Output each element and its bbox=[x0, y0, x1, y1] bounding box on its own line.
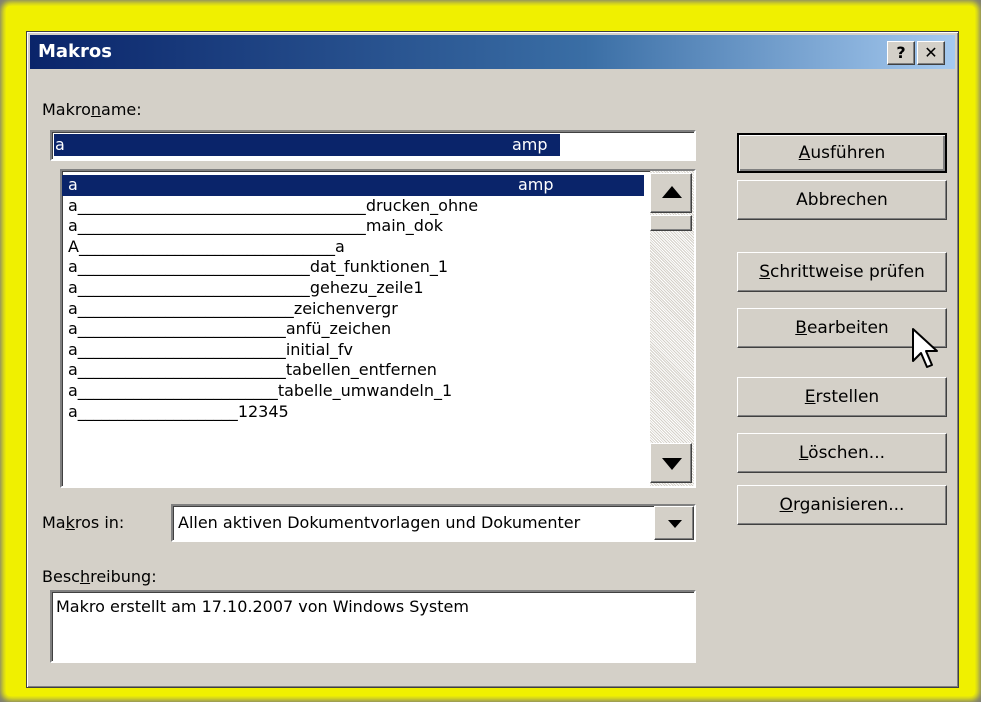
macro-item-prefix: a bbox=[68, 175, 78, 194]
macro-item-prefix: a__________________________ bbox=[68, 319, 286, 339]
macro-item-prefix: a___________________________ bbox=[68, 298, 294, 318]
macro-list-item[interactable]: a___________________________zeichenvergr bbox=[62, 299, 644, 320]
macro-item-name: tabelle_umwandeln_1 bbox=[277, 380, 453, 400]
organize-button[interactable]: Organisieren... bbox=[737, 485, 947, 525]
macro-list-item[interactable]: a__________________________initial_fv bbox=[62, 340, 644, 361]
arrow-up-icon bbox=[662, 186, 682, 198]
macro-item-prefix: a_____________________________ bbox=[68, 257, 310, 277]
macro-list-item[interactable]: a amp bbox=[62, 175, 644, 196]
delete-button[interactable]: Löschen... bbox=[737, 433, 947, 473]
create-button[interactable]: Erstellen bbox=[737, 377, 947, 417]
macro-item-prefix: a____________________ bbox=[68, 401, 238, 421]
macro-list[interactable]: a amp a___________________________________… bbox=[60, 169, 696, 488]
step-into-button[interactable]: Schrittweise prüfen bbox=[737, 252, 947, 292]
run-button[interactable]: Ausführen bbox=[737, 133, 947, 173]
macro-item-name: tabellen_entfernen bbox=[285, 360, 437, 380]
macro-item-name: initial_fv bbox=[285, 339, 353, 359]
macro-name-label: Makroname: bbox=[42, 100, 142, 119]
macros-in-value: Allen aktiven Dokumentvorlagen und Dokum… bbox=[178, 513, 581, 532]
macro-list-item[interactable]: a_________________________tabelle_umwand… bbox=[62, 381, 644, 402]
macros-in-label: Makros in: bbox=[42, 513, 125, 532]
scroll-down-button[interactable] bbox=[650, 443, 692, 483]
macros-in-dropdown[interactable]: Allen aktiven Dokumentvorlagen und Dokum… bbox=[171, 504, 696, 542]
help-icon: ? bbox=[896, 43, 906, 62]
mouse-cursor-icon bbox=[912, 328, 938, 368]
macro-item-name: a bbox=[334, 236, 345, 256]
macro-item-name: 12345 bbox=[237, 401, 289, 421]
cancel-button[interactable]: Abbrechen bbox=[737, 180, 947, 220]
scroll-up-button[interactable] bbox=[650, 173, 692, 213]
description-field[interactable]: Makro erstellt am 17.10.2007 von Windows… bbox=[50, 590, 696, 663]
macro-list-item[interactable]: a_____________________________dat_funkti… bbox=[62, 257, 644, 278]
macro-item-prefix: a____________________________________ bbox=[68, 216, 366, 236]
macro-item-prefix: a__________________________ bbox=[68, 339, 286, 359]
macro-list-item[interactable]: a__________________________tabellen_entf… bbox=[62, 360, 644, 381]
macro-item-prefix: a__________________________ bbox=[68, 360, 286, 380]
description-value: Makro erstellt am 17.10.2007 von Windows… bbox=[56, 597, 469, 616]
macro-list-item[interactable]: a_____________________________gehezu_zei… bbox=[62, 278, 644, 299]
macro-item-name: amp bbox=[518, 175, 554, 194]
help-button[interactable]: ? bbox=[887, 41, 915, 65]
macro-item-prefix: a____________________________________ bbox=[68, 195, 366, 215]
text-selection-highlight bbox=[54, 134, 560, 156]
macro-item-name: dat_funktionen_1 bbox=[309, 257, 449, 277]
macro-list-item[interactable]: A________________________________a bbox=[62, 237, 644, 258]
macro-name-value-left: a bbox=[55, 135, 65, 154]
macro-item-prefix: a_________________________ bbox=[68, 380, 278, 400]
arrow-down-icon bbox=[662, 458, 682, 470]
title-bar[interactable]: Makros ? ✕ bbox=[30, 35, 955, 69]
description-label: Beschreibung: bbox=[42, 567, 157, 586]
macro-list-item[interactable]: a____________________________________dru… bbox=[62, 196, 644, 217]
scroll-thumb[interactable] bbox=[650, 215, 692, 231]
chevron-down-icon bbox=[668, 520, 682, 528]
macro-list-item[interactable]: a____________________12345 bbox=[62, 402, 644, 423]
macros-dialog: Makros ? ✕ Makroname: a amp a amp a_______… bbox=[26, 31, 959, 688]
vertical-scrollbar[interactable] bbox=[650, 171, 694, 486]
window-title: Makros bbox=[38, 41, 112, 62]
macro-item-prefix: a_____________________________ bbox=[68, 277, 310, 297]
macro-item-name: drucken_ohne bbox=[365, 195, 479, 215]
macro-item-prefix: A________________________________ bbox=[68, 236, 335, 256]
macro-list-item[interactable]: a____________________________________mai… bbox=[62, 216, 644, 237]
macro-name-value-right: amp bbox=[512, 135, 548, 154]
macro-list-rows: a amp a___________________________________… bbox=[62, 175, 644, 422]
macro-item-name: main_dok bbox=[365, 216, 443, 236]
close-icon: ✕ bbox=[924, 43, 938, 62]
macro-item-name: zeichenvergr bbox=[293, 298, 398, 318]
dropdown-button[interactable] bbox=[654, 506, 694, 540]
macro-list-item[interactable]: a__________________________anfü_zeichen bbox=[62, 319, 644, 340]
close-button[interactable]: ✕ bbox=[917, 41, 945, 65]
macro-name-input[interactable]: a amp bbox=[50, 130, 696, 161]
macro-item-name: gehezu_zeile1 bbox=[309, 277, 424, 297]
macro-item-name: anfü_zeichen bbox=[285, 319, 392, 339]
